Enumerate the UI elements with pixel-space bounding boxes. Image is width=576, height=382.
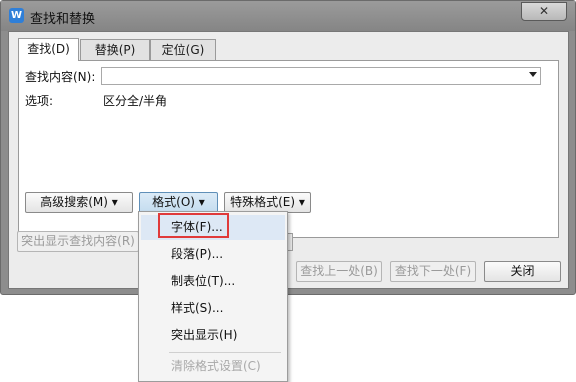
- find-previous-button[interactable]: 查找上一处(B): [296, 261, 382, 282]
- close-button[interactable]: 关闭: [484, 261, 561, 282]
- wps-writer-icon: W: [9, 8, 24, 23]
- menu-item-highlight[interactable]: 突出显示(H): [141, 323, 285, 348]
- find-label: 查找内容(N):: [25, 70, 96, 84]
- menu-item-tabs[interactable]: 制表位(T)...: [141, 269, 285, 294]
- special-format-button[interactable]: 特殊格式(E) ▾: [224, 192, 311, 213]
- advanced-search-button[interactable]: 高级搜索(M) ▾: [25, 192, 133, 213]
- menu-item-clear-format: 清除格式设置(C): [171, 359, 261, 373]
- format-button[interactable]: 格式(O) ▾: [139, 192, 218, 213]
- find-input[interactable]: [101, 67, 541, 85]
- highlight-find-button[interactable]: 突出显示查找内容(R): [17, 231, 139, 252]
- menu-item-paragraph[interactable]: 段落(P)...: [141, 242, 285, 267]
- menu-separator: [169, 352, 281, 353]
- find-text-field[interactable]: [102, 68, 526, 84]
- close-icon[interactable]: ✕: [521, 2, 567, 21]
- title-bar[interactable]: W 查找和替换 ✕: [1, 1, 575, 31]
- menu-item-style[interactable]: 样式(S)...: [141, 296, 285, 321]
- dialog-title: 查找和替换: [30, 12, 96, 27]
- tab-find[interactable]: 查找(D): [18, 38, 79, 61]
- find-next-button[interactable]: 查找下一处(F): [390, 261, 476, 282]
- options-label: 选项:: [25, 94, 54, 108]
- highlight-annotation-box: [158, 213, 229, 238]
- tab-goto[interactable]: 定位(G): [150, 39, 216, 60]
- tab-replace[interactable]: 替换(P): [80, 39, 150, 60]
- chevron-down-icon[interactable]: [529, 72, 537, 77]
- options-value: 区分全/半角: [103, 94, 168, 108]
